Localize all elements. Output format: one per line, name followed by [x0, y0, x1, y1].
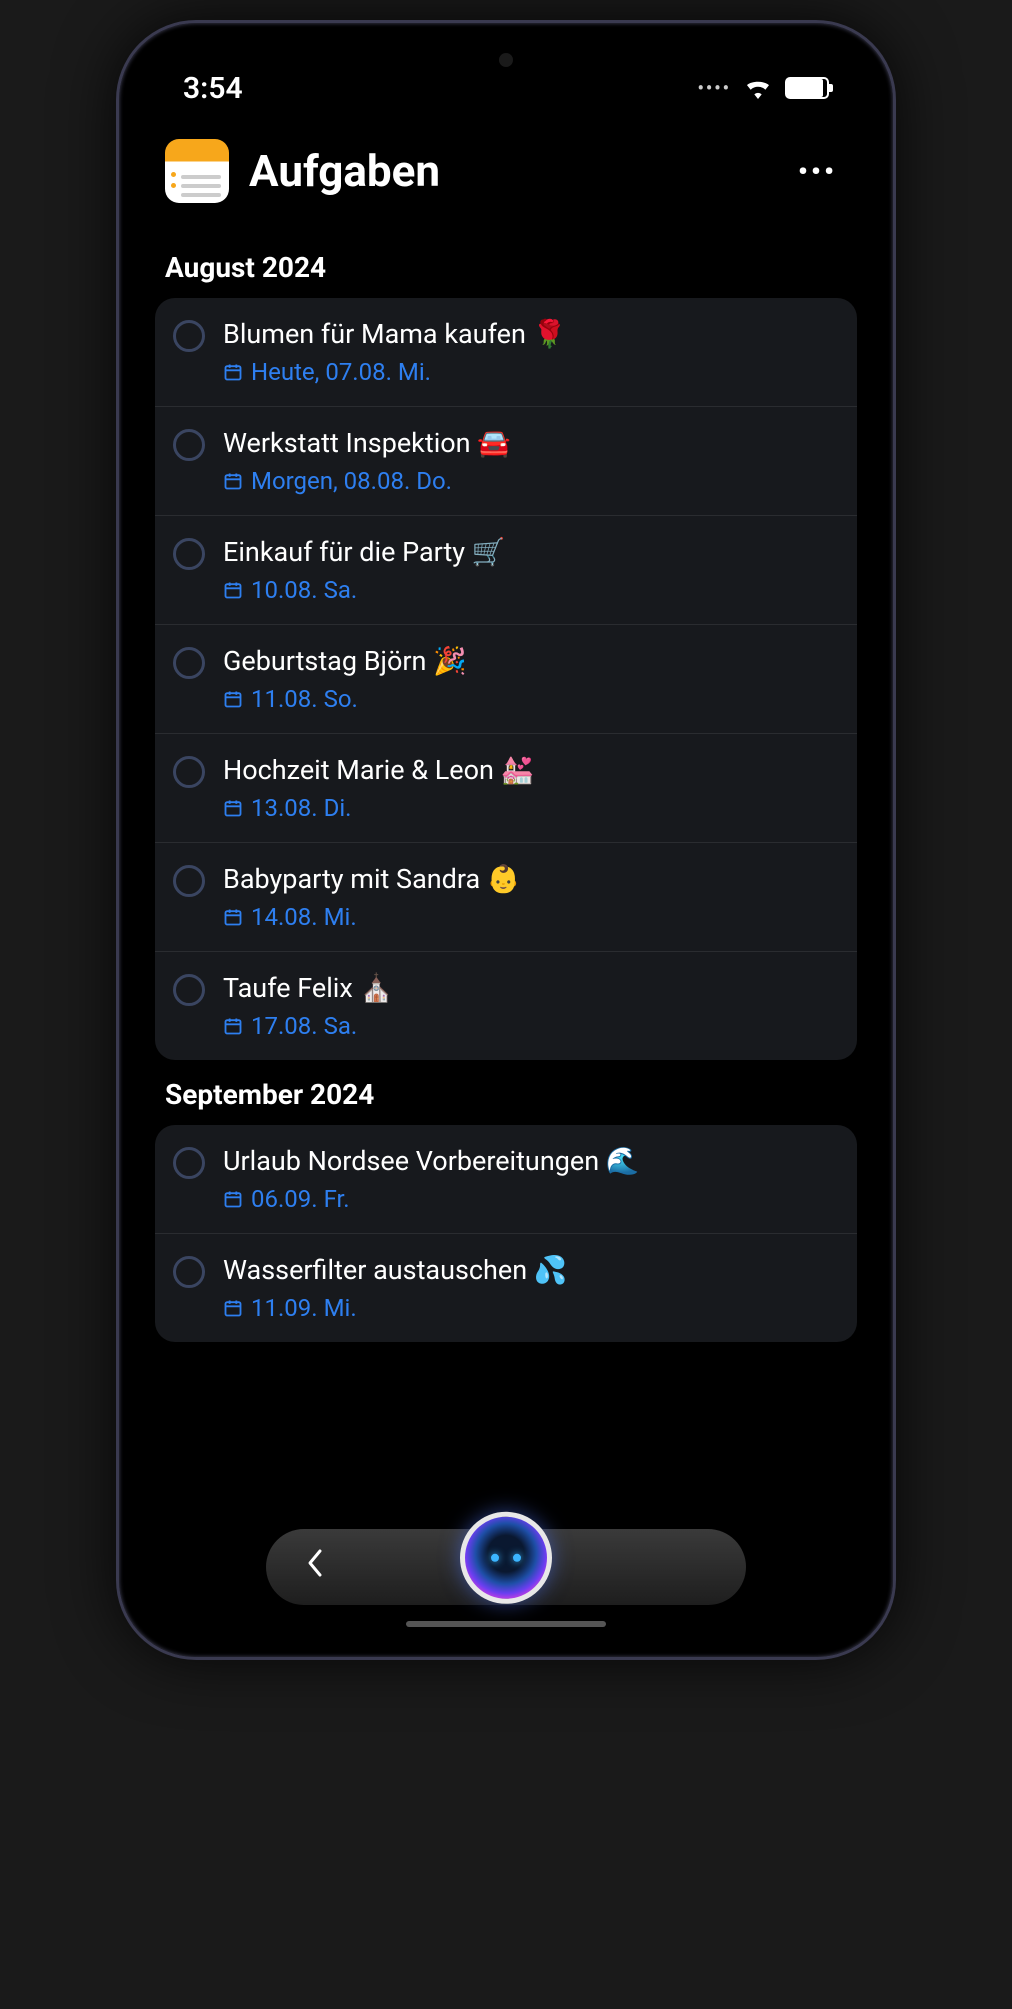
home-indicator[interactable] — [406, 1621, 606, 1627]
task-title: Hochzeit Marie & Leon 💒 — [223, 754, 839, 786]
task-item[interactable]: Geburtstag Björn 🎉 11.08. So. — [155, 625, 857, 734]
assistant-orb[interactable] — [460, 1512, 552, 1604]
task-date-text: 10.08. Sa. — [251, 576, 357, 604]
task-checkbox[interactable] — [173, 1147, 205, 1179]
task-date: 13.08. Di. — [223, 794, 839, 822]
task-body: Einkauf für die Party 🛒 10.08. Sa. — [223, 536, 839, 604]
task-item[interactable]: Blumen für Mama kaufen 🌹 Heute, 07.08. Mi… — [155, 298, 857, 407]
section-header: August 2024 — [155, 233, 857, 298]
task-item[interactable]: Urlaub Nordsee Vorbereitungen 🌊 06.09. Fr… — [155, 1125, 857, 1234]
task-date-text: 11.09. Mi. — [251, 1294, 357, 1322]
task-group: Blumen für Mama kaufen 🌹 Heute, 07.08. Mi… — [155, 298, 857, 1060]
task-checkbox[interactable] — [173, 974, 205, 1006]
task-title: Babyparty mit Sandra 👶 — [223, 863, 839, 895]
cellular-icon: •••• — [697, 78, 731, 99]
task-checkbox[interactable] — [173, 429, 205, 461]
page-title: Aufgaben — [249, 145, 768, 197]
bottom-bar — [266, 1529, 746, 1605]
task-date: 11.09. Mi. — [223, 1294, 839, 1322]
task-item[interactable]: Taufe Felix ⛪ 17.08. Sa. — [155, 952, 857, 1060]
task-date-text: Morgen, 08.08. Do. — [251, 467, 452, 495]
task-item[interactable]: Babyparty mit Sandra 👶 14.08. Mi. — [155, 843, 857, 952]
task-group: Urlaub Nordsee Vorbereitungen 🌊 06.09. Fr… — [155, 1125, 857, 1342]
task-checkbox[interactable] — [173, 865, 205, 897]
task-title: Wasserfilter austauschen 💦 — [223, 1254, 839, 1286]
battery-icon — [785, 77, 829, 99]
section-header: September 2024 — [155, 1060, 857, 1125]
task-date: Heute, 07.08. Mi. — [223, 358, 839, 386]
task-date: 11.08. So. — [223, 685, 839, 713]
phone-frame: 3:54 •••• Aufgaben ••• August 2024 Blumen… — [116, 20, 896, 1660]
task-body: Werkstatt Inspektion 🚘 Morgen, 08.08. Do. — [223, 427, 839, 495]
task-title: Blumen für Mama kaufen 🌹 — [223, 318, 839, 350]
app-icon — [165, 139, 229, 203]
task-checkbox[interactable] — [173, 538, 205, 570]
task-title: Werkstatt Inspektion 🚘 — [223, 427, 839, 459]
task-checkbox[interactable] — [173, 756, 205, 788]
task-body: Blumen für Mama kaufen 🌹 Heute, 07.08. Mi… — [223, 318, 839, 386]
task-checkbox[interactable] — [173, 320, 205, 352]
task-item[interactable]: Werkstatt Inspektion 🚘 Morgen, 08.08. Do. — [155, 407, 857, 516]
task-date-text: 17.08. Sa. — [251, 1012, 357, 1040]
task-date: 06.09. Fr. — [223, 1185, 839, 1213]
task-body: Wasserfilter austauschen 💦 11.09. Mi. — [223, 1254, 839, 1322]
task-body: Taufe Felix ⛪ 17.08. Sa. — [223, 972, 839, 1040]
task-title: Einkauf für die Party 🛒 — [223, 536, 839, 568]
task-checkbox[interactable] — [173, 647, 205, 679]
task-date: 10.08. Sa. — [223, 576, 839, 604]
task-item[interactable]: Einkauf für die Party 🛒 10.08. Sa. — [155, 516, 857, 625]
task-title: Geburtstag Björn 🎉 — [223, 645, 839, 677]
back-button[interactable] — [306, 1548, 324, 1586]
task-body: Geburtstag Björn 🎉 11.08. So. — [223, 645, 839, 713]
task-title: Urlaub Nordsee Vorbereitungen 🌊 — [223, 1145, 839, 1177]
status-time: 3:54 — [183, 71, 243, 106]
task-date-text: 11.08. So. — [251, 685, 358, 713]
wifi-icon — [743, 77, 773, 99]
task-item[interactable]: Wasserfilter austauschen 💦 11.09. Mi. — [155, 1234, 857, 1342]
task-title: Taufe Felix ⛪ — [223, 972, 839, 1004]
task-date-text: 14.08. Mi. — [251, 903, 357, 931]
screen: 3:54 •••• Aufgaben ••• August 2024 Blumen… — [135, 39, 877, 1641]
task-list-scroll[interactable]: August 2024 Blumen für Mama kaufen 🌹 Heute… — [135, 233, 877, 1641]
task-body: Hochzeit Marie & Leon 💒 13.08. Di. — [223, 754, 839, 822]
task-checkbox[interactable] — [173, 1256, 205, 1288]
notch — [416, 39, 596, 81]
task-date: Morgen, 08.08. Do. — [223, 467, 839, 495]
more-button[interactable]: ••• — [788, 145, 847, 198]
task-body: Babyparty mit Sandra 👶 14.08. Mi. — [223, 863, 839, 931]
status-right: •••• — [697, 77, 829, 99]
task-date-text: 06.09. Fr. — [251, 1185, 350, 1213]
task-body: Urlaub Nordsee Vorbereitungen 🌊 06.09. Fr… — [223, 1145, 839, 1213]
task-date-text: Heute, 07.08. Mi. — [251, 358, 431, 386]
task-item[interactable]: Hochzeit Marie & Leon 💒 13.08. Di. — [155, 734, 857, 843]
task-date: 17.08. Sa. — [223, 1012, 839, 1040]
app-header: Aufgaben ••• — [135, 119, 877, 233]
task-date-text: 13.08. Di. — [251, 794, 351, 822]
task-date: 14.08. Mi. — [223, 903, 839, 931]
